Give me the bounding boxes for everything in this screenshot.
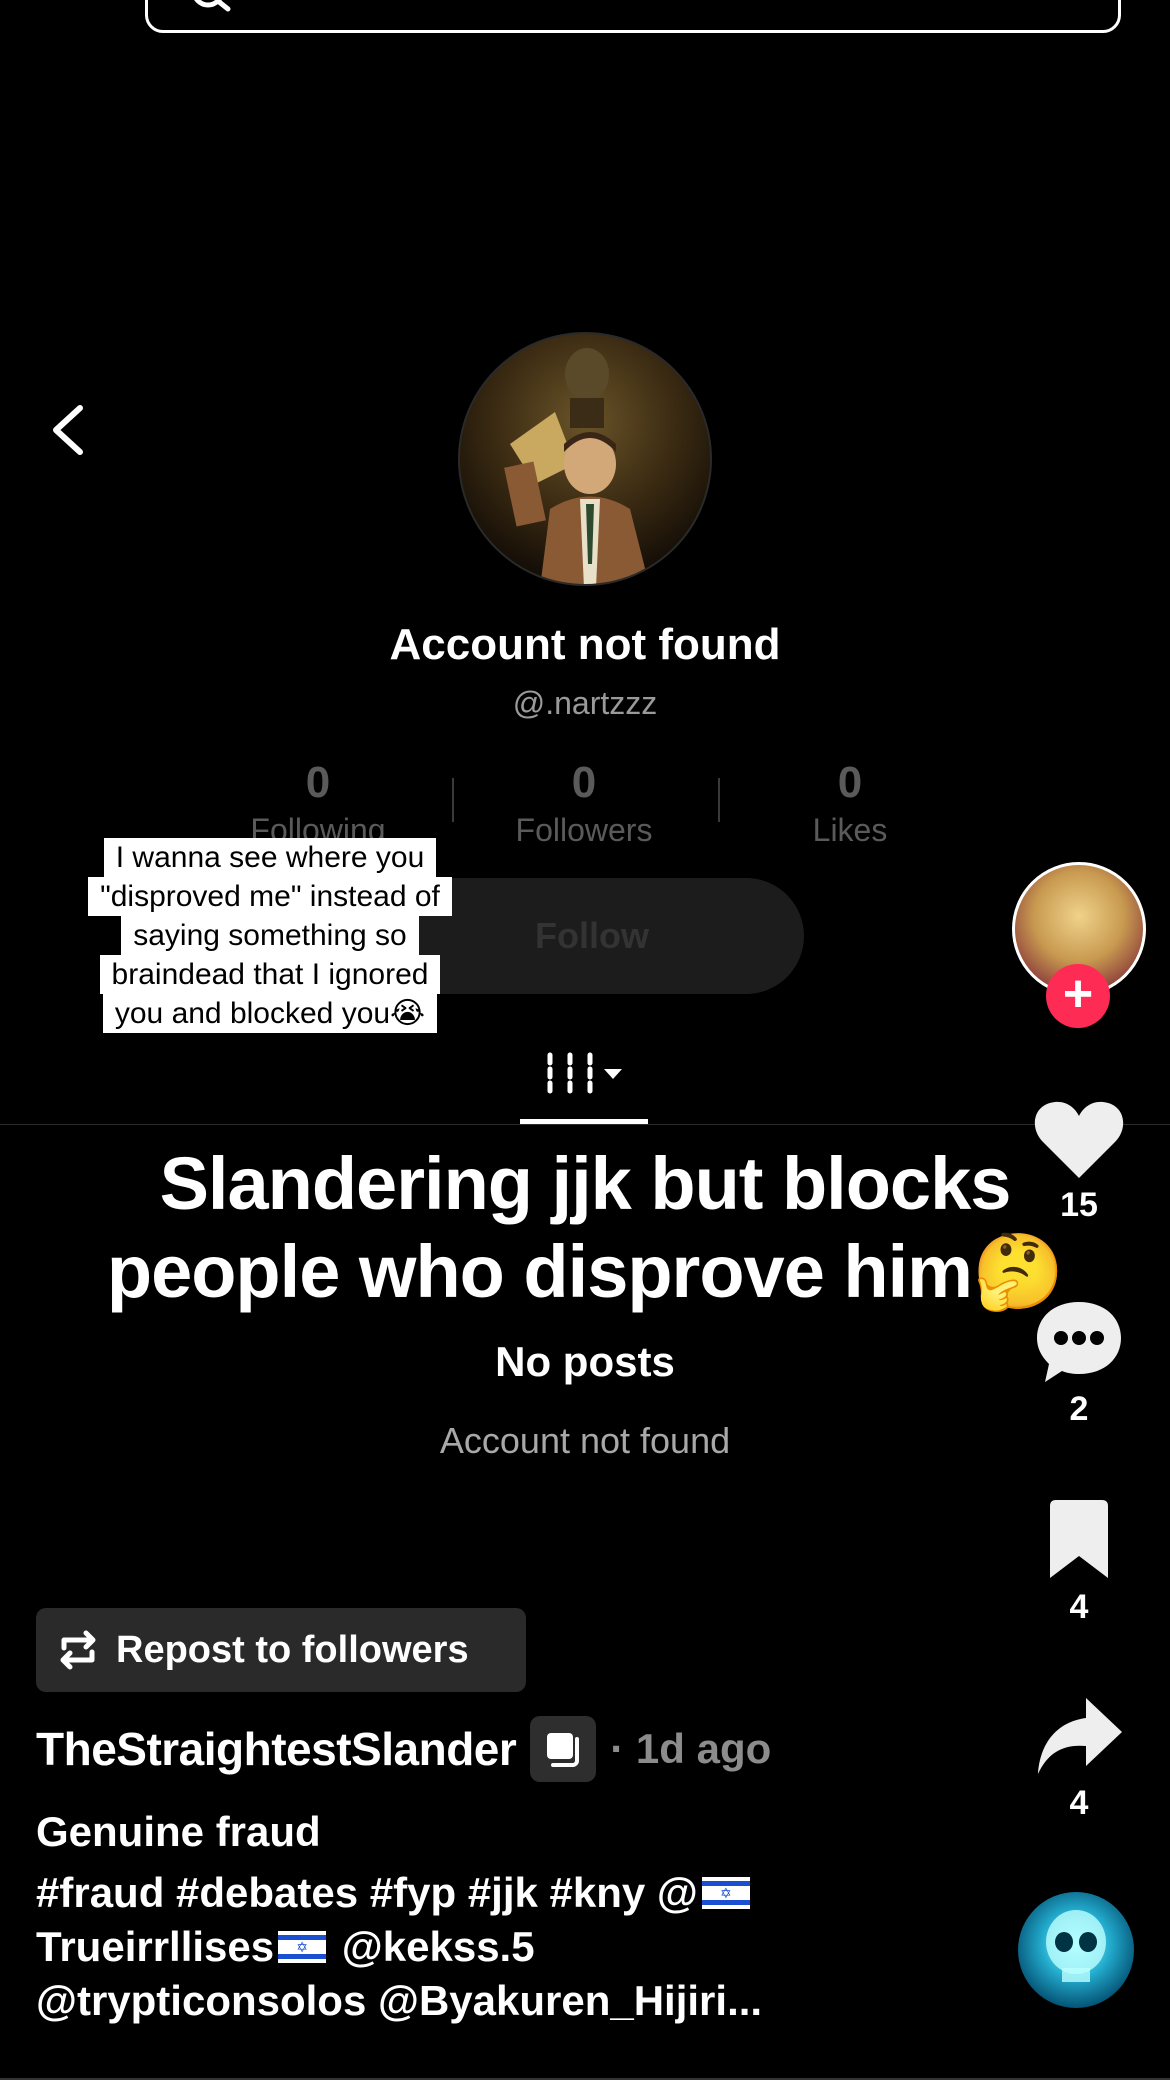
israel-flag-icon: ✡ <box>701 1877 750 1909</box>
empty-title: No posts <box>495 1338 675 1385</box>
grid-icon[interactable] <box>520 1045 648 1125</box>
comment-line: you and blocked you😭 <box>102 994 438 1033</box>
bookmark-count: 4 <box>1069 1588 1089 1626</box>
stat-following-value: 0 <box>305 758 331 807</box>
post-tags: #fraud #debates #fyp #jjk #kny @ ✡ Trueir… <box>36 1866 976 2028</box>
stat-followers-value: 0 <box>571 758 597 807</box>
back-icon[interactable] <box>44 400 94 460</box>
bookmark-button[interactable]: 4 <box>1020 1498 1138 1627</box>
comment-count: 2 <box>1069 1390 1089 1428</box>
comment-line: I wanna see where you <box>103 838 437 877</box>
stat-divider <box>718 778 720 822</box>
bookmark-icon <box>1050 1500 1108 1578</box>
profile-name: Account not found <box>389 620 781 669</box>
profile-avatar <box>458 332 712 586</box>
reply-comment-sticker[interactable]: I wanna see where you "disproved me" ins… <box>58 838 482 1033</box>
repost-button[interactable]: Repost to followers <box>36 1608 526 1692</box>
post-time: · 1d ago <box>610 1725 772 1772</box>
follow-plus-icon[interactable]: + <box>1046 964 1110 1028</box>
stat-followers-label: Followers <box>515 812 653 848</box>
stat-following[interactable]: 0 Following <box>198 758 438 849</box>
mention[interactable]: @kekss.5 <box>330 1923 535 1970</box>
hashtags[interactable]: #fraud #debates #fyp #jjk #kny @ <box>36 1869 698 1916</box>
profile-handle: @.nartzzz <box>512 685 658 721</box>
caption-line: Slandering jjk but blocks <box>159 1142 1012 1225</box>
video-caption: Slandering jjk but blocks people who dis… <box>60 1140 1110 1316</box>
chevron-down-icon <box>604 1069 622 1079</box>
like-button[interactable]: 15 <box>1020 1098 1138 1225</box>
comment-line: braindead that I ignored <box>99 955 441 994</box>
stat-divider <box>452 778 454 822</box>
post-description: Genuine fraud <box>36 1808 321 1855</box>
multi-image-icon <box>530 1716 597 1782</box>
caption-line: people who disprove him🤔 <box>106 1230 1064 1313</box>
author-name[interactable]: TheStraightestSlander <box>36 1722 517 1776</box>
share-count: 4 <box>1069 1784 1089 1822</box>
comment-line: "disproved me" instead of <box>88 877 452 916</box>
repost-icon <box>60 1630 96 1670</box>
comment-icon <box>1037 1302 1121 1382</box>
heart-icon <box>1034 1101 1124 1178</box>
share-button[interactable]: 4 <box>1020 1694 1138 1823</box>
top-back-icon[interactable] <box>48 0 88 16</box>
share-icon <box>1038 1698 1122 1774</box>
empty-subtitle: Account not found <box>439 1420 731 1461</box>
music-disc[interactable] <box>1018 1892 1134 2008</box>
stat-likes-label: Likes <box>812 812 888 848</box>
comment-line: saying something so <box>121 916 419 955</box>
like-count: 15 <box>1060 1186 1098 1224</box>
skull-icon <box>1046 1910 1106 1982</box>
mention[interactable]: @trypticonsolos @Byakuren_Hijiri... <box>36 1977 762 2024</box>
search-icon <box>194 0 231 12</box>
comment-button[interactable]: 2 <box>1020 1298 1138 1429</box>
mention[interactable]: Trueirrllises <box>36 1923 274 1970</box>
repost-label: Repost to followers <box>116 1628 469 1671</box>
stat-followers[interactable]: 0 Followers <box>464 758 704 849</box>
divider <box>0 1124 1170 1125</box>
stat-likes-value: 0 <box>837 758 863 807</box>
author-row: TheStraightestSlander · 1d ago <box>36 1716 771 1782</box>
search-input[interactable] <box>145 0 1121 33</box>
stat-likes[interactable]: 0 Likes <box>730 758 970 849</box>
israel-flag-icon: ✡ <box>278 1931 327 1963</box>
